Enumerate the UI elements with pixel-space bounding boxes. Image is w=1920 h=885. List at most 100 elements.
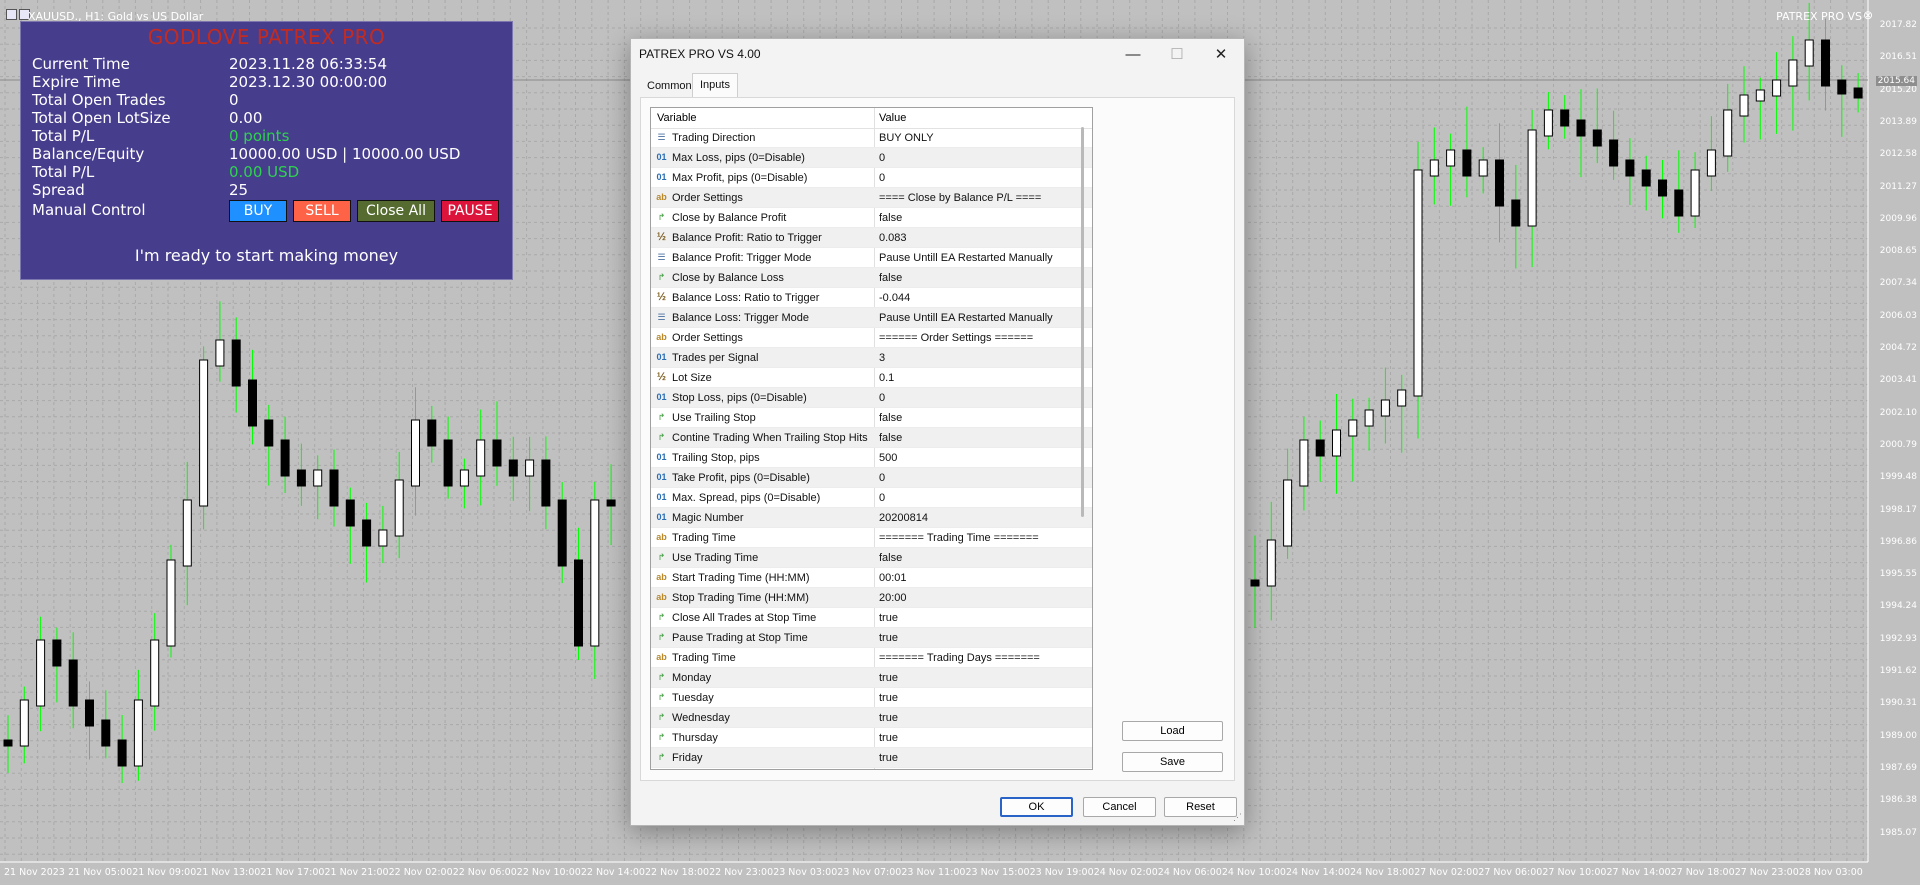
grid-row[interactable]: ↱ Use Trailing Stop false bbox=[651, 408, 1092, 428]
variable-value[interactable]: true bbox=[879, 632, 898, 644]
candle-body bbox=[85, 699, 94, 727]
minimize-icon[interactable]: — bbox=[1111, 41, 1155, 69]
chart-menu-icon[interactable] bbox=[6, 9, 17, 20]
grid-row[interactable]: 01 Stop Loss, pips (0=Disable) 0 bbox=[651, 388, 1092, 408]
grid-row[interactable]: ab Start Trading Time (HH:MM) 00:01 bbox=[651, 568, 1092, 588]
variable-name: Order Settings bbox=[672, 332, 743, 344]
cancel-button[interactable]: Cancel bbox=[1083, 797, 1156, 817]
grid-row[interactable]: ☰ Trading Direction BUY ONLY bbox=[651, 128, 1092, 148]
variable-value[interactable]: 0 bbox=[879, 392, 885, 404]
maximize-icon[interactable]: ☐ bbox=[1155, 41, 1199, 69]
load-button[interactable]: Load bbox=[1122, 721, 1223, 741]
grid-row[interactable]: ↱ Use Trading Time false bbox=[651, 548, 1092, 568]
variable-value[interactable]: true bbox=[879, 692, 898, 704]
variable-value[interactable]: false bbox=[879, 212, 902, 224]
reset-button[interactable]: Reset bbox=[1164, 797, 1237, 817]
tab-common[interactable]: Common bbox=[640, 75, 699, 97]
variable-value[interactable]: 500 bbox=[879, 452, 897, 464]
grid-row[interactable]: ½ Lot Size 0.1 bbox=[651, 368, 1092, 388]
grid-row[interactable]: ↱ Wednesday true bbox=[651, 708, 1092, 728]
grid-row[interactable]: ab Stop Trading Time (HH:MM) 20:00 bbox=[651, 588, 1092, 608]
ok-button[interactable]: OK bbox=[1000, 797, 1073, 817]
variable-value[interactable]: ======= Trading Time ======= bbox=[879, 532, 1039, 544]
variable-value[interactable]: 20200814 bbox=[879, 512, 928, 524]
grid-row[interactable]: ☰ Balance Profit: Trigger Mode Pause Until… bbox=[651, 248, 1092, 268]
variable-value[interactable]: ==== Close by Balance P/L ==== bbox=[879, 192, 1041, 204]
grid-row[interactable]: ½ Balance Loss: Ratio to Trigger -0.044 bbox=[651, 288, 1092, 308]
grid-row[interactable]: 01 Trailing Stop, pips 500 bbox=[651, 448, 1092, 468]
grid-row[interactable]: ↱ Tuesday true bbox=[651, 688, 1092, 708]
tab-inputs[interactable]: Inputs bbox=[692, 73, 738, 98]
str-type-icon: ab bbox=[656, 532, 667, 542]
buy-button[interactable]: BUY bbox=[229, 200, 287, 222]
info-value: 25 bbox=[229, 181, 249, 199]
variable-value[interactable]: ======= Trading Days ======= bbox=[879, 652, 1040, 664]
variable-value[interactable]: true bbox=[879, 732, 898, 744]
close-icon[interactable]: ✕ bbox=[1199, 41, 1243, 69]
grid-row[interactable]: ↱ Close by Balance Profit false bbox=[651, 208, 1092, 228]
grid-row[interactable]: 01 Max Loss, pips (0=Disable) 0 bbox=[651, 148, 1092, 168]
sell-button[interactable]: SELL bbox=[293, 200, 351, 222]
price-axis-label: 2004.72 bbox=[1879, 343, 1917, 353]
grid-row[interactable]: ab Trading Time ======= Trading Days =====… bbox=[651, 648, 1092, 668]
variable-value[interactable]: 0.083 bbox=[879, 232, 907, 244]
variable-value[interactable]: 0 bbox=[879, 492, 885, 504]
enum-type-icon: ☰ bbox=[657, 132, 666, 142]
variable-value[interactable]: -0.044 bbox=[879, 292, 910, 304]
variable-value[interactable]: 0 bbox=[879, 472, 885, 484]
grid-row[interactable]: ↱ Thursday true bbox=[651, 728, 1092, 748]
column-header-value[interactable]: Value bbox=[879, 112, 906, 124]
column-header-variable[interactable]: Variable bbox=[657, 112, 697, 124]
grid-row[interactable]: ↱ Contine Trading When Trailing Stop Hits… bbox=[651, 428, 1092, 448]
chart-brand-label: PATREX PRO VS bbox=[1776, 10, 1862, 23]
variable-value[interactable]: 20:00 bbox=[879, 592, 907, 604]
variable-value[interactable]: Pause Untill EA Restarted Manually bbox=[879, 252, 1053, 264]
variable-value[interactable]: 0 bbox=[879, 152, 885, 164]
variable-value[interactable]: 0.1 bbox=[879, 372, 894, 384]
grid-row[interactable]: ☰ Balance Loss: Trigger Mode Pause Untill … bbox=[651, 308, 1092, 328]
grid-row[interactable]: 01 Max. Spread, pips (0=Disable) 0 bbox=[651, 488, 1092, 508]
int-type-icon: 01 bbox=[656, 172, 667, 182]
grid-row[interactable]: ab Trading Time ======= Trading Time =====… bbox=[651, 528, 1092, 548]
variable-value[interactable]: true bbox=[879, 672, 898, 684]
grid-row[interactable]: 01 Magic Number 20200814 bbox=[651, 508, 1092, 528]
variable-value[interactable]: false bbox=[879, 412, 902, 424]
grid-row[interactable]: ↱ Close All Trades at Stop Time true bbox=[651, 608, 1092, 628]
grid-scrollbar[interactable] bbox=[1081, 127, 1084, 517]
variable-value[interactable]: 3 bbox=[879, 352, 885, 364]
grid-row[interactable]: ab Order Settings ====== Order Settings ==… bbox=[651, 328, 1092, 348]
variable-value[interactable]: false bbox=[879, 432, 902, 444]
variable-value[interactable]: false bbox=[879, 552, 902, 564]
variable-value[interactable]: Pause Untill EA Restarted Manually bbox=[879, 312, 1053, 324]
variable-value[interactable]: BUY ONLY bbox=[879, 132, 934, 144]
bool-type-icon: ↱ bbox=[657, 412, 666, 422]
grid-row[interactable]: ↱ Friday true bbox=[651, 748, 1092, 768]
candle-body bbox=[1723, 109, 1733, 157]
variable-value[interactable]: true bbox=[879, 612, 898, 624]
grid-row[interactable]: ab Order Settings ==== Close by Balance P/… bbox=[651, 188, 1092, 208]
variable-value[interactable]: 0 bbox=[879, 172, 885, 184]
bool-type-icon: ↱ bbox=[657, 272, 666, 282]
chart-close-icon[interactable]: ⊗ bbox=[1863, 8, 1873, 22]
grid-row[interactable]: 01 Max Profit, pips (0=Disable) 0 bbox=[651, 168, 1092, 188]
variable-value[interactable]: false bbox=[879, 272, 902, 284]
pause-button[interactable]: PAUSE bbox=[441, 200, 499, 222]
save-button[interactable]: Save bbox=[1122, 752, 1223, 772]
close-all-button[interactable]: Close All bbox=[357, 200, 435, 222]
grid-row[interactable]: ½ Balance Profit: Ratio to Trigger 0.083 bbox=[651, 228, 1092, 248]
variable-name: Tuesday bbox=[672, 692, 714, 704]
candle-body bbox=[1706, 149, 1716, 177]
inputs-grid[interactable]: Variable Value ☰ Trading Direction BUY ONL… bbox=[650, 107, 1093, 770]
variable-name: Trading Time bbox=[672, 652, 736, 664]
variable-value[interactable]: ====== Order Settings ====== bbox=[879, 332, 1033, 344]
resize-grip-icon[interactable]: ⋰ bbox=[1233, 812, 1242, 823]
grid-row[interactable]: ↱ Close by Balance Loss false bbox=[651, 268, 1092, 288]
grid-row[interactable]: 01 Trades per Signal 3 bbox=[651, 348, 1092, 368]
grid-row[interactable]: ↱ Pause Trading at Stop Time true bbox=[651, 628, 1092, 648]
grid-row[interactable]: 01 Take Profit, pips (0=Disable) 0 bbox=[651, 468, 1092, 488]
variable-value[interactable]: 00:01 bbox=[879, 572, 907, 584]
candle-body bbox=[117, 739, 127, 767]
variable-value[interactable]: true bbox=[879, 712, 898, 724]
variable-value[interactable]: true bbox=[879, 752, 898, 764]
grid-row[interactable]: ↱ Monday true bbox=[651, 668, 1092, 688]
